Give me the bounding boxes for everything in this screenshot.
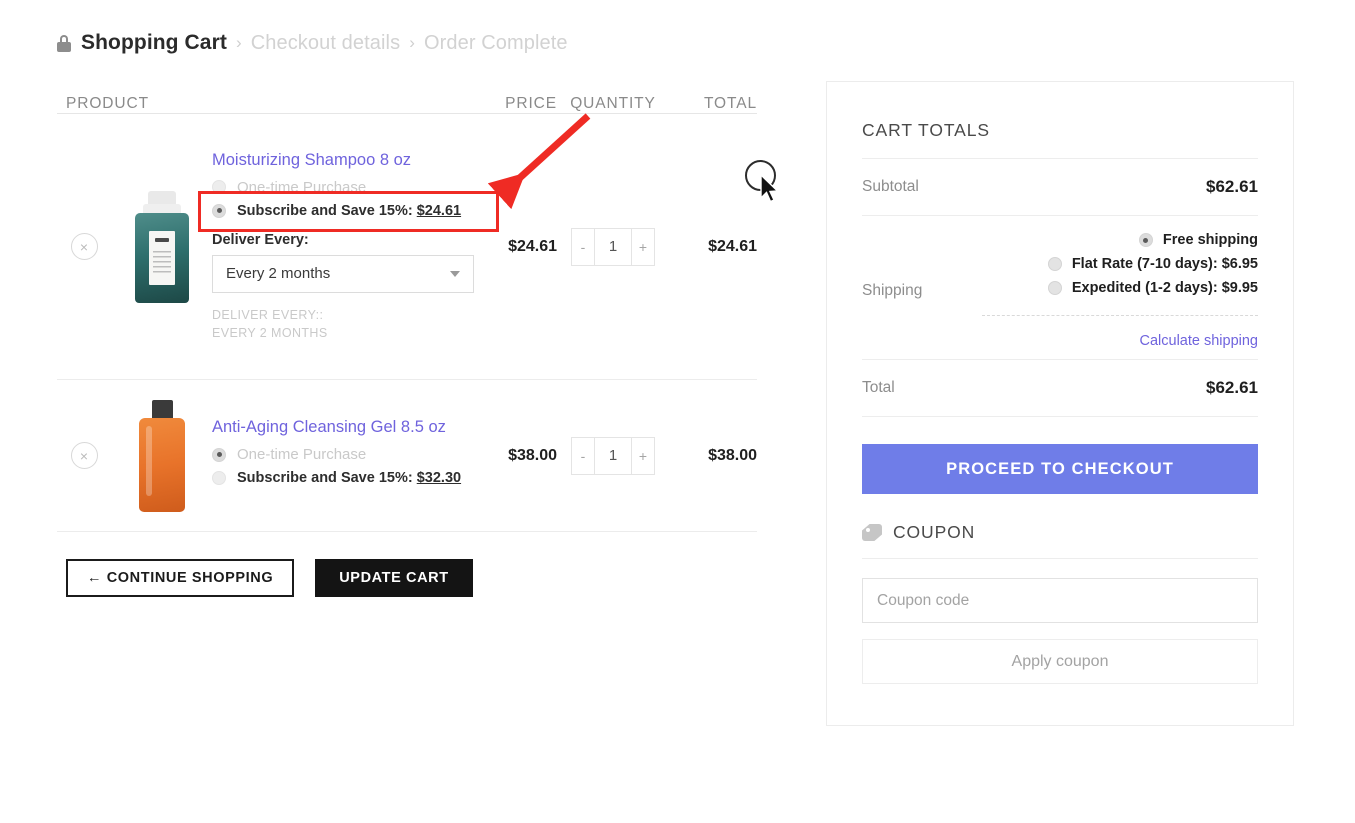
remove-cell-1: × [57,233,111,260]
radio-subscribe-2[interactable] [212,471,226,485]
breadcrumb-order-complete: Order Complete [423,31,568,54]
radio-onetime-1[interactable] [212,180,226,195]
column-header-price: PRICE [505,95,557,112]
total-label: Total [862,379,895,396]
continue-shopping-button[interactable]: ← CONTINUE SHOPPING [66,559,295,597]
subscribe-price-2: $32.30 [416,470,462,486]
deliver-meta-line1: DELIVER EVERY:: [212,307,324,322]
remove-item-button[interactable]: × [70,233,98,260]
product-total-1: $24.61 [708,237,757,255]
lock-icon [57,34,71,52]
quantity-value-2[interactable]: 1 [594,437,632,474]
update-cart-button[interactable]: UPDATE CART [315,559,473,597]
purchase-option-onetime-2[interactable]: One-time Purchase [212,446,475,463]
column-header-quantity: QUANTITY [570,95,656,112]
deliver-meta-line2: EVERY 2 MONTHS [212,326,328,340]
deliver-every-label: Deliver Every: [212,231,309,248]
subtotal-label: Subtotal [862,178,919,195]
radio-free-shipping[interactable] [1138,233,1153,247]
product-name-link[interactable]: Anti-Aging Cleansing Gel 8.5 oz [212,418,475,437]
quantity-increase-1[interactable]: + [632,229,654,265]
breadcrumb-shopping-cart[interactable]: Shopping Cart [81,31,227,55]
remove-cell-2: × [57,442,111,469]
radio-subscribe-1[interactable] [212,203,226,218]
cart-totals-title: CART TOTALS [862,120,1258,159]
quantity-cell-1: - 1 + [557,227,669,266]
shipping-label: Shipping [862,281,923,299]
radio-onetime-2[interactable] [212,447,226,462]
shipping-option-flat-rate[interactable]: Flat Rate (7-10 days): $6.95 [1047,256,1258,272]
subscribe-price-1: $24.61 [416,202,462,219]
subscribe-text-2: Subscribe and Save 15%: [237,470,413,486]
breadcrumb-separator-1: › [235,33,242,52]
shipping-row: Shipping Free shipping Flat Rate (7-10 d… [862,216,1258,360]
calculate-shipping-link[interactable]: Calculate shipping [982,333,1259,349]
coupon-header: COUPON [862,522,1258,559]
quantity-cell-2: - 1 + [557,436,669,475]
chevron-down-icon [450,270,460,277]
product-price-1: $24.61 [508,237,557,255]
cart-totals-panel: CART TOTALS Subtotal $62.61 Shipping Fre… [826,81,1294,726]
product-info-2: Anti-Aging Cleansing Gel 8.5 oz One-time… [212,418,481,493]
tag-icon [862,524,882,541]
subscribe-label-1: Subscribe and Save 15%: $24.61 [237,203,461,219]
subtotal-row: Subtotal $62.61 [862,159,1258,216]
table-row: × Moisturizing Shampoo 8 oz One-time Pur… [57,114,757,380]
cart-table: PRODUCT PRICE QUANTITY TOTAL × Moisturiz… [57,76,757,532]
breadcrumb-separator-2: › [409,33,415,52]
shipping-option-free[interactable]: Free shipping [1138,232,1258,248]
coupon-code-input[interactable] [862,578,1258,623]
coupon-title: COUPON [893,522,976,542]
quantity-value-1[interactable]: 1 [594,228,632,265]
column-header-product: PRODUCT [66,95,149,112]
apply-coupon-button[interactable]: Apply coupon [862,639,1258,684]
shipping-option-flat-rate-label: Flat Rate (7-10 days): $6.95 [1071,256,1258,272]
total-value: $62.61 [1206,378,1258,397]
onetime-label-1: One-time Purchase [237,178,367,196]
breadcrumb-checkout-details: Checkout details [250,31,401,54]
cleansing-gel-bottle-image [138,399,185,512]
shipping-options: Free shipping Flat Rate (7-10 days): $6.… [982,232,1258,349]
table-row: × Anti-Aging Cleansing Gel 8.5 oz One-ti… [57,380,757,532]
deliver-frequency-select[interactable]: Every 2 months [212,254,474,293]
table-header-row: PRODUCT PRICE QUANTITY TOTAL [57,76,757,114]
quantity-increase-2[interactable]: + [632,438,654,474]
product-thumbnail-2[interactable] [111,399,212,512]
product-info-1: Moisturizing Shampoo 8 oz One-time Purch… [212,151,481,342]
radio-flat-rate[interactable] [1047,257,1062,271]
deliver-frequency-value: Every 2 months [226,265,331,283]
breadcrumb: Shopping Cart › Checkout details › Order… [57,31,568,55]
purchase-option-onetime-1[interactable]: One-time Purchase [212,179,475,196]
purchase-option-subscribe-2[interactable]: Subscribe and Save 15%: $32.30 [212,470,475,486]
product-thumbnail-1[interactable] [111,190,212,303]
shipping-option-expedited-label: Expedited (1-2 days): $9.95 [1071,280,1258,296]
quantity-decrease-2[interactable]: - [572,438,594,474]
quantity-stepper-2[interactable]: - 1 + [571,436,655,475]
column-header-total: TOTAL [703,95,757,112]
quantity-decrease-1[interactable]: - [572,229,594,265]
shipping-option-expedited[interactable]: Expedited (1-2 days): $9.95 [1047,280,1258,296]
radio-expedited[interactable] [1047,281,1062,295]
subscribe-label-2: Subscribe and Save 15%: $32.30 [237,470,461,486]
deliver-meta: DELIVER EVERY:: EVERY 2 MONTHS [212,306,475,342]
remove-item-button[interactable]: × [70,442,98,469]
subscribe-text-1: Subscribe and Save 15%: [237,202,413,219]
shipping-option-free-label: Free shipping [1162,232,1258,248]
proceed-to-checkout-button[interactable]: PROCEED TO CHECKOUT [862,444,1258,494]
cart-actions: ← CONTINUE SHOPPING UPDATE CART [66,559,473,597]
product-total-2: $38.00 [708,446,757,464]
product-name-link[interactable]: Moisturizing Shampoo 8 oz [212,151,475,170]
shipping-divider [982,315,1258,316]
quantity-stepper-1[interactable]: - 1 + [571,227,655,266]
subtotal-value: $62.61 [1206,177,1258,196]
total-row: Total $62.61 [862,360,1258,417]
shopping-cart-page: Shopping Cart › Checkout details › Order… [0,0,1355,823]
purchase-option-subscribe-1[interactable]: Subscribe and Save 15%: $24.61 [212,203,475,219]
product-price-2: $38.00 [508,446,557,464]
shampoo-bottle-image [134,190,189,303]
onetime-label-2: One-time Purchase [237,446,367,463]
